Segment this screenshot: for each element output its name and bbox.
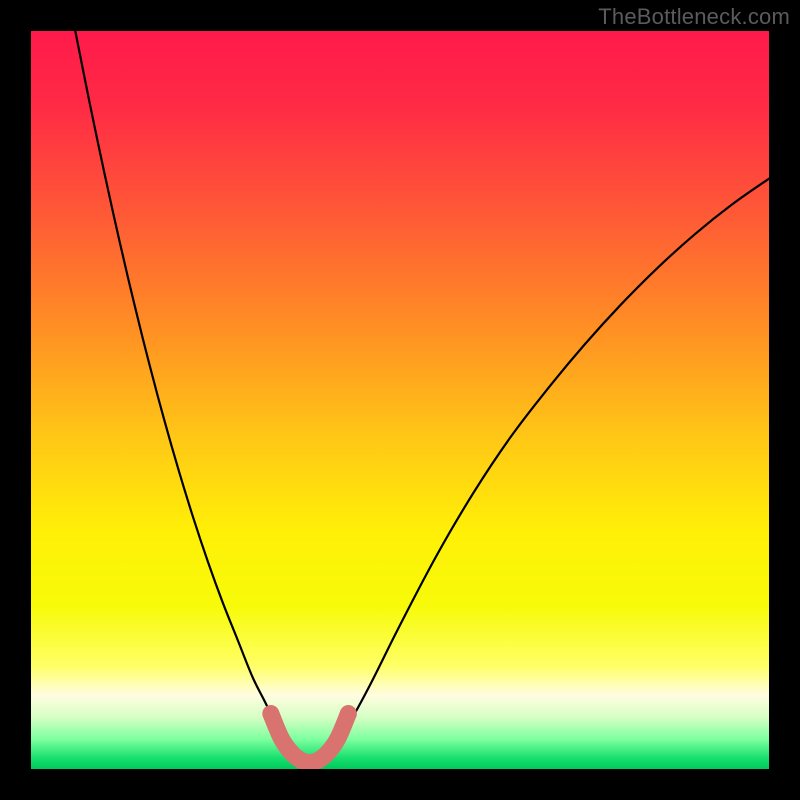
curve-left-branch	[75, 31, 289, 747]
marker-dot	[340, 705, 357, 722]
marker-dot	[262, 705, 279, 722]
plot-area	[31, 31, 769, 769]
outer-frame: TheBottleneck.com	[0, 0, 800, 800]
marker-path	[271, 714, 348, 763]
watermark-text: TheBottleneck.com	[598, 4, 790, 30]
bottom-marker-group	[262, 705, 356, 762]
chart-curves	[31, 31, 769, 769]
curve-right-branch	[334, 179, 769, 747]
